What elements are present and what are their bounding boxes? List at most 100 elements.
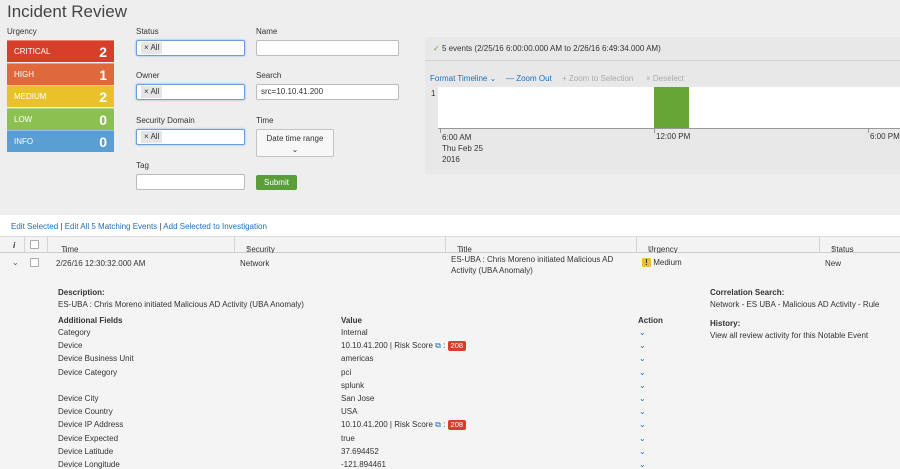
name-input[interactable] bbox=[256, 40, 399, 56]
timeline-summary: ✓ 5 events (2/25/16 6:00:00.000 AM to 2/… bbox=[433, 44, 661, 53]
search-input[interactable]: src=10.10.41.200 bbox=[256, 84, 399, 100]
format-timeline-menu[interactable]: Format Timeline ⌄ bbox=[430, 74, 496, 83]
remove-icon[interactable]: × bbox=[144, 87, 149, 96]
external-link-icon[interactable]: ⧉ bbox=[435, 420, 441, 429]
row-security-domain: Network bbox=[240, 259, 270, 268]
row-time: 2/26/16 12:30:32.000 AM bbox=[56, 259, 146, 268]
row-title: ES-UBA : Chris Moreno initiated Maliciou… bbox=[451, 255, 614, 275]
row-checkbox[interactable] bbox=[30, 258, 39, 267]
action-chevron-down-icon[interactable]: ⌄ bbox=[639, 368, 646, 377]
column-divider bbox=[445, 236, 446, 253]
add-to-investigation-link[interactable]: Add Selected to Investigation bbox=[163, 222, 267, 231]
owner-token[interactable]: × All bbox=[141, 86, 163, 98]
urgency-row-critical[interactable]: CRITICAL 2 bbox=[7, 40, 114, 62]
submit-button[interactable]: Submit bbox=[256, 175, 297, 190]
name-label: Name bbox=[256, 27, 278, 36]
remove-icon[interactable]: × bbox=[144, 43, 149, 52]
urgency-count: 2 bbox=[99, 44, 107, 60]
urgency-count: 0 bbox=[99, 134, 107, 151]
field-value: pci bbox=[341, 367, 352, 377]
urgency-row-info[interactable]: INFO 0 bbox=[7, 130, 114, 153]
date-time-range-button[interactable]: Date time range ⌄ bbox=[256, 129, 334, 157]
field-value: San Jose bbox=[341, 394, 375, 403]
collapse-chevron-icon[interactable]: ⌄ bbox=[12, 258, 19, 267]
description-label: Description: bbox=[58, 288, 105, 297]
bulk-actions: Edit Selected | Edit All 5 Matching Even… bbox=[11, 222, 267, 231]
time-label: Time bbox=[256, 116, 274, 125]
timeline-tick-mark bbox=[440, 128, 441, 133]
action-chevron-down-icon[interactable]: ⌄ bbox=[639, 407, 646, 416]
field-value: 10.10.41.200 | Risk Score ⧉ : 208 bbox=[341, 341, 467, 352]
status-label: Status bbox=[136, 27, 159, 36]
security-domain-label: Security Domain bbox=[136, 116, 195, 125]
action-chevron-down-icon[interactable]: ⌄ bbox=[639, 354, 646, 363]
chevron-down-icon: ⌄ bbox=[489, 74, 497, 83]
timeline-tick-mark bbox=[868, 128, 869, 133]
column-divider bbox=[636, 236, 637, 253]
edit-selected-link[interactable]: Edit Selected bbox=[11, 222, 58, 231]
field-value: americas bbox=[341, 354, 374, 364]
timeline-bar[interactable] bbox=[654, 87, 689, 128]
field-value: Internal bbox=[341, 328, 368, 337]
additional-fields-header: Additional Fields bbox=[58, 316, 123, 325]
history-link[interactable]: View all review activity for this Notabl… bbox=[710, 331, 868, 340]
field-name: Device IP Address bbox=[58, 420, 124, 430]
timeline-y-tick: 1 bbox=[431, 89, 436, 98]
warning-icon: ! bbox=[642, 258, 651, 267]
security-domain-input[interactable]: × All bbox=[136, 129, 245, 145]
status-input[interactable]: × All bbox=[136, 40, 245, 56]
remove-icon[interactable]: × bbox=[144, 132, 149, 141]
field-name: Category bbox=[58, 328, 91, 337]
chevron-down-icon: ⌄ bbox=[291, 145, 299, 154]
action-chevron-down-icon[interactable]: ⌄ bbox=[639, 394, 646, 403]
owner-input[interactable]: × All bbox=[136, 84, 245, 100]
action-chevron-down-icon[interactable]: ⌄ bbox=[639, 434, 646, 443]
urgency-name: CRITICAL bbox=[14, 47, 51, 56]
field-name: Device Category bbox=[58, 367, 118, 377]
edit-all-link[interactable]: Edit All 5 Matching Events bbox=[65, 222, 158, 231]
field-name: Device City bbox=[58, 394, 99, 403]
correlation-search-label: Correlation Search: bbox=[710, 288, 785, 297]
owner-label: Owner bbox=[136, 71, 160, 80]
urgency-name: LOW bbox=[14, 114, 33, 124]
status-token[interactable]: × All bbox=[141, 42, 163, 54]
urgency-count: 1 bbox=[99, 66, 107, 83]
action-chevron-down-icon[interactable]: ⌄ bbox=[639, 328, 646, 337]
external-link-icon[interactable]: ⧉ bbox=[435, 341, 441, 350]
timeline-x-tick-2: 12:00 PM bbox=[656, 132, 691, 141]
urgency-name: HIGH bbox=[14, 69, 34, 79]
zoom-out-button[interactable]: — Zoom Out bbox=[506, 74, 552, 83]
field-name: Device Business Unit bbox=[58, 354, 134, 364]
risk-score-badge[interactable]: 208 bbox=[447, 420, 467, 431]
timeline-x-axis bbox=[438, 128, 900, 129]
action-chevron-down-icon[interactable]: ⌄ bbox=[639, 420, 646, 429]
table-row[interactable] bbox=[0, 253, 900, 469]
urgency-row-low[interactable]: LOW 0 bbox=[7, 107, 114, 130]
tag-input[interactable] bbox=[136, 174, 245, 190]
timeline-x-tick-1: 6:00 AM Thu Feb 25 2016 bbox=[442, 133, 483, 164]
value-header: Value bbox=[341, 316, 362, 325]
field-value: 37.694452 bbox=[341, 446, 379, 456]
field-value: USA bbox=[341, 407, 358, 417]
table-header: i Time ⇕ Security Domain ⇕ Title ⇕ Urgen… bbox=[0, 236, 900, 263]
field-name: Device Latitude bbox=[58, 446, 114, 456]
zoom-to-selection-button[interactable]: + Zoom to Selection bbox=[562, 74, 633, 83]
action-chevron-down-icon[interactable]: ⌄ bbox=[639, 460, 646, 469]
field-name: Device Expected bbox=[58, 433, 119, 443]
risk-score-badge[interactable]: 208 bbox=[447, 341, 467, 352]
select-all-checkbox[interactable] bbox=[30, 240, 39, 249]
deselect-button[interactable]: × Deselect bbox=[646, 74, 684, 83]
field-name: Device Country bbox=[58, 407, 113, 417]
urgency-row-high[interactable]: HIGH 1 bbox=[7, 62, 114, 85]
action-chevron-down-icon[interactable]: ⌄ bbox=[639, 341, 646, 350]
field-name: Device Longitude bbox=[58, 460, 120, 469]
correlation-search-link[interactable]: Network - ES UBA - Malicious AD Activity… bbox=[710, 300, 879, 309]
row-status: New bbox=[825, 259, 842, 268]
action-chevron-down-icon[interactable]: ⌄ bbox=[639, 381, 646, 390]
action-chevron-down-icon[interactable]: ⌄ bbox=[639, 447, 646, 456]
check-icon: ✓ bbox=[433, 44, 440, 53]
action-header: Action bbox=[638, 316, 663, 325]
urgency-row-medium[interactable]: MEDIUM 2 bbox=[7, 85, 114, 108]
page-title: Incident Review bbox=[7, 2, 128, 21]
security-domain-token[interactable]: × All bbox=[141, 131, 163, 143]
